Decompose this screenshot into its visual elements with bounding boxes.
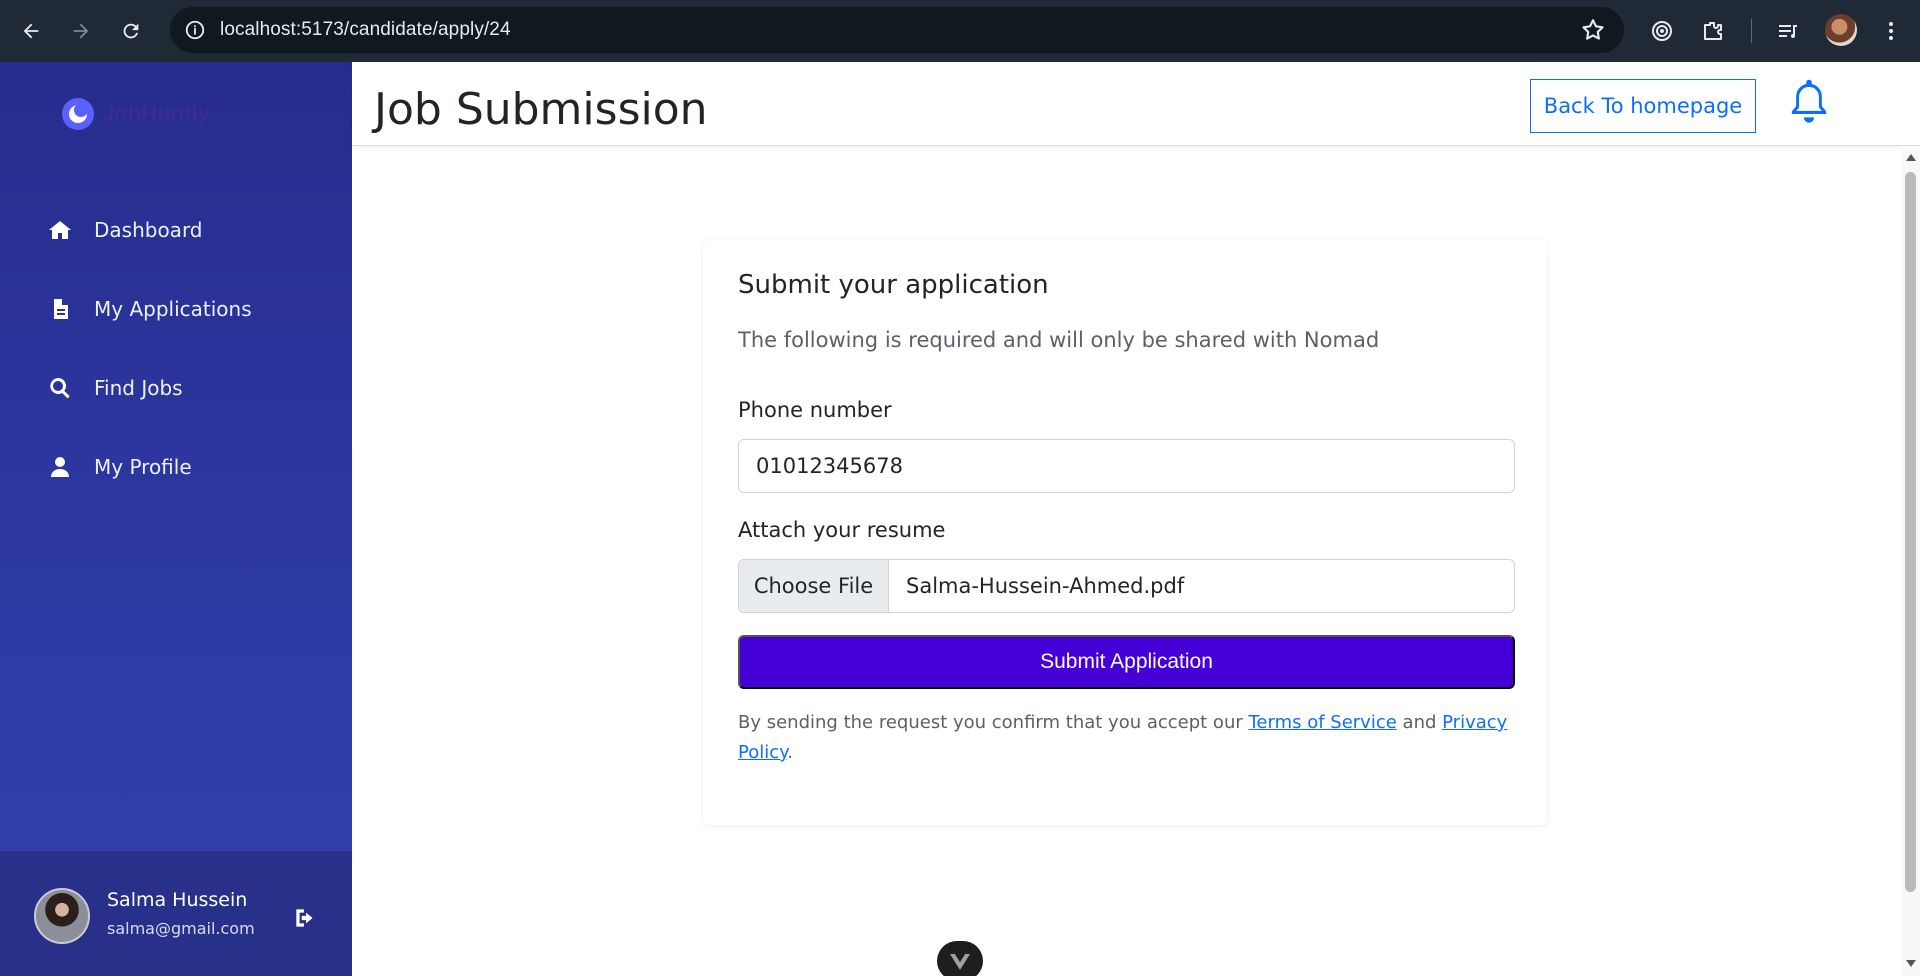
terms-prefix: By sending the request you confirm that …	[738, 712, 1249, 733]
logo-icon	[62, 98, 94, 130]
forward-arrow-icon[interactable]	[64, 14, 98, 48]
avatar[interactable]	[34, 888, 90, 944]
scrollbar-thumb[interactable]	[1905, 172, 1916, 892]
devtools-toggle[interactable]	[937, 941, 983, 976]
url-text[interactable]: localhost:5173/candidate/apply/24	[220, 19, 511, 41]
terms-and: and	[1396, 712, 1443, 733]
terms-suffix: .	[787, 742, 793, 763]
user-icon	[51, 456, 69, 477]
scroll-up-arrow-icon[interactable]	[1906, 154, 1916, 161]
scroll-down-arrow-icon[interactable]	[1906, 960, 1916, 967]
user-email: salma@gmail.com	[107, 919, 255, 938]
sidebar-item-my-profile[interactable]: My Profile	[0, 427, 352, 506]
resume-file-input[interactable]: Choose File Salma-Hussein-Ahmed.pdf	[738, 559, 1515, 613]
phone-number-input[interactable]: 01012345678	[738, 439, 1515, 493]
sidebar-item-label: Dashboard	[94, 217, 203, 242]
sidebar: JobHuntly Dashboard My Applications Find…	[0, 62, 352, 976]
bookmark-star-icon[interactable]	[1580, 17, 1606, 43]
form-title: Submit your application	[738, 270, 1049, 300]
more-menu-icon[interactable]	[1874, 14, 1908, 48]
reload-icon[interactable]	[114, 14, 148, 48]
application-form-card: Submit your application The following is…	[703, 240, 1547, 825]
logout-icon[interactable]	[292, 905, 318, 931]
choose-file-button[interactable]: Choose File	[739, 560, 889, 612]
sidebar-item-dashboard[interactable]: Dashboard	[0, 190, 352, 269]
phone-label: Phone number	[738, 398, 892, 422]
back-arrow-icon[interactable]	[14, 14, 48, 48]
brand-logo[interactable]: JobHuntly	[62, 98, 210, 130]
selected-file-name: Salma-Hussein-Ahmed.pdf	[906, 574, 1185, 598]
extension-target-icon[interactable]	[1645, 14, 1679, 48]
vue-logo-icon	[950, 954, 970, 970]
profile-avatar[interactable]	[1825, 14, 1857, 46]
resume-label: Attach your resume	[738, 518, 946, 542]
media-queue-icon[interactable]	[1771, 14, 1805, 48]
sidebar-item-label: Find Jobs	[94, 375, 183, 400]
sidebar-item-label: My Applications	[94, 296, 252, 321]
extensions-puzzle-icon[interactable]	[1696, 14, 1730, 48]
brand-name: JobHuntly	[102, 101, 210, 126]
address-bar[interactable]: localhost:5173/candidate/apply/24	[170, 7, 1624, 53]
site-info-icon[interactable]	[182, 17, 208, 43]
sidebar-nav: Dashboard My Applications Find Jobs My P…	[0, 190, 352, 506]
page-scrollbar[interactable]	[1902, 146, 1920, 976]
search-icon	[50, 377, 70, 398]
sidebar-item-find-jobs[interactable]: Find Jobs	[0, 348, 352, 427]
sidebar-item-label: My Profile	[94, 454, 192, 479]
notification-bell-icon[interactable]	[1788, 78, 1830, 126]
toolbar-divider	[1751, 19, 1752, 43]
sidebar-item-my-applications[interactable]: My Applications	[0, 269, 352, 348]
user-card: Salma Hussein salma@gmail.com	[0, 851, 352, 976]
browser-toolbar: localhost:5173/candidate/apply/24	[0, 0, 1920, 62]
user-name: Salma Hussein	[107, 889, 248, 911]
page-title: Job Submission	[374, 84, 708, 135]
back-to-homepage-button[interactable]: Back To homepage	[1530, 79, 1756, 133]
home-icon	[49, 220, 71, 239]
terms-of-service-link[interactable]: Terms of Service	[1248, 712, 1396, 733]
page-header: Job Submission Back To homepage	[352, 62, 1920, 146]
submit-application-button[interactable]: Submit Application	[738, 635, 1515, 689]
file-icon	[54, 298, 68, 319]
terms-notice: By sending the request you confirm that …	[738, 708, 1515, 768]
form-subtitle: The following is required and will only …	[738, 328, 1380, 352]
